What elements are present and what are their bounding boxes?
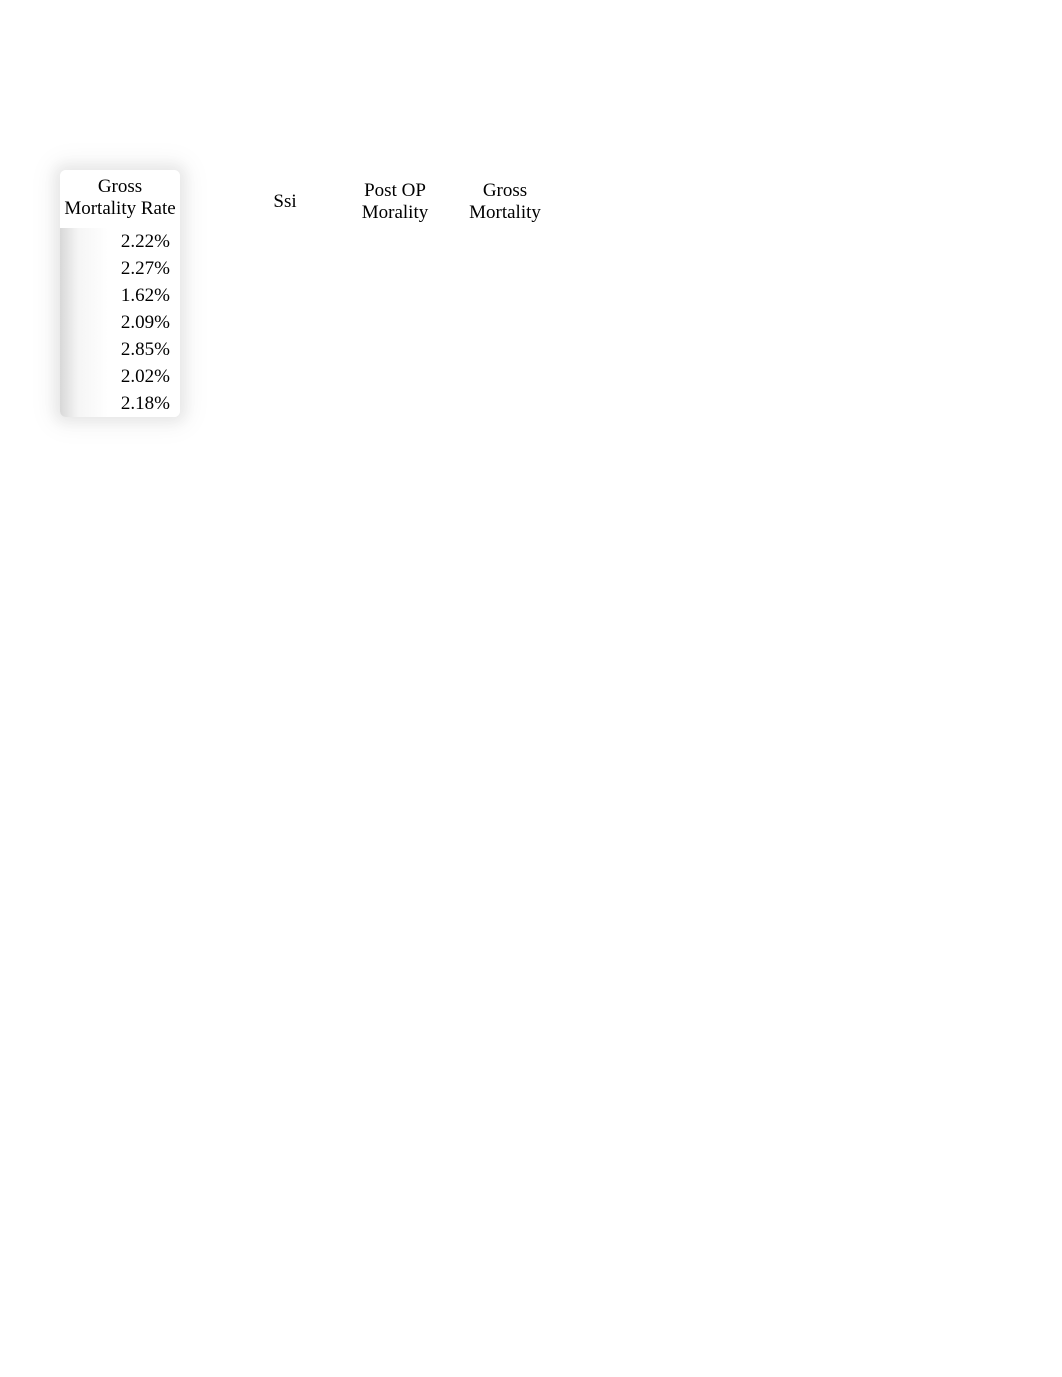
table-row: 2.09% xyxy=(60,309,180,336)
table-header: Gross Mortality Rate xyxy=(60,170,180,228)
column-headers: Ssi Post OP Morality Gross Mortality xyxy=(240,180,550,224)
table-row: 1.62% xyxy=(60,282,180,309)
table-row: 2.85% xyxy=(60,336,180,363)
column-header-gross: Gross Mortality xyxy=(460,180,550,224)
table-row: 2.27% xyxy=(60,255,180,282)
table-row: 2.22% xyxy=(60,228,180,255)
column-header-post-op: Post OP Morality xyxy=(350,180,440,224)
column-header-ssi: Ssi xyxy=(240,191,330,213)
mortality-table: Gross Mortality Rate 2.22% 2.27% 1.62% 2… xyxy=(60,170,180,417)
table-body: 2.22% 2.27% 1.62% 2.09% 2.85% 2.02% 2.18… xyxy=(60,228,180,417)
table-row: 2.02% xyxy=(60,363,180,390)
table-row: 2.18% xyxy=(60,390,180,417)
content-area: Gross Mortality Rate 2.22% 2.27% 1.62% 2… xyxy=(60,170,550,417)
